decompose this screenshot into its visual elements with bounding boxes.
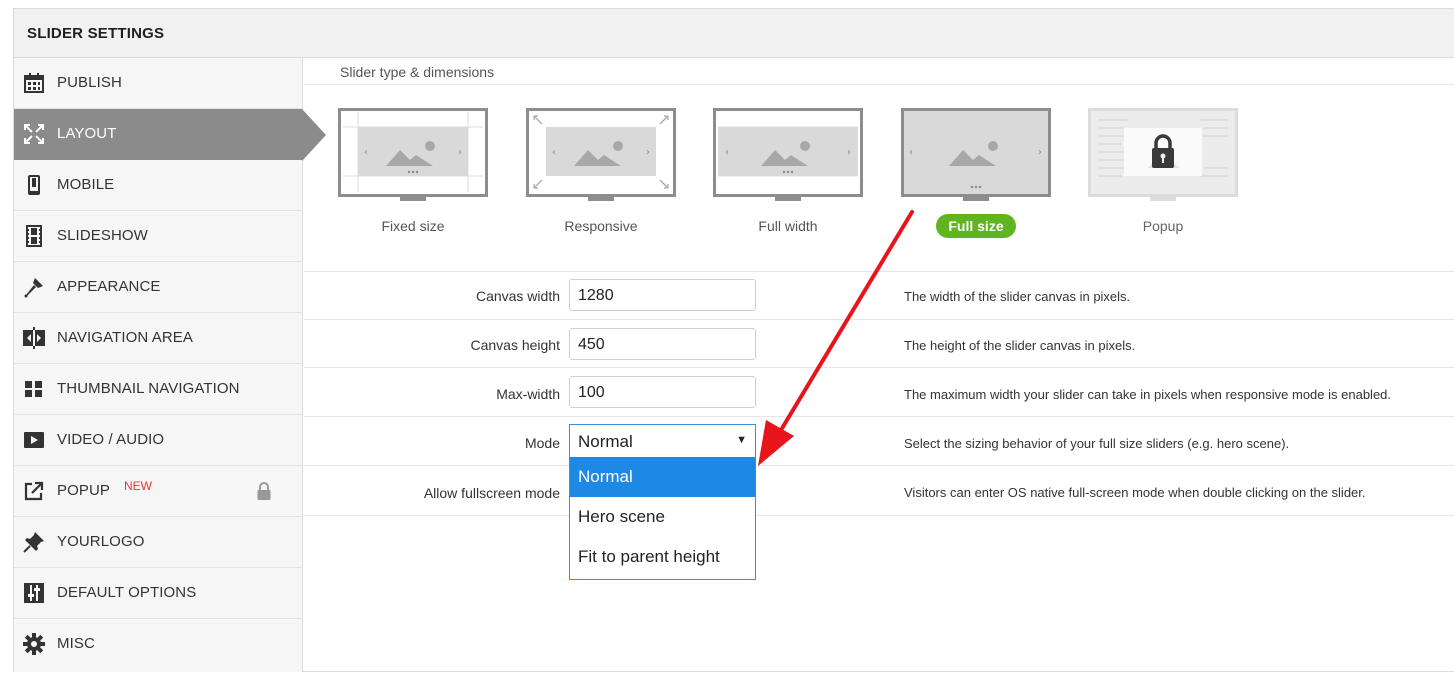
field-label: Mode bbox=[524, 435, 560, 451]
canvas-width-input[interactable]: 1280 bbox=[569, 279, 756, 311]
sidebar-item-label: VIDEO / AUDIO bbox=[57, 431, 165, 448]
external-link-icon bbox=[24, 481, 44, 501]
sidebar-item-mobile[interactable]: MOBILE bbox=[14, 160, 302, 211]
fullscreen-row: Allow fullscreen mode Visitors can enter… bbox=[304, 465, 1454, 515]
svg-text:‹: ‹ bbox=[725, 147, 729, 158]
svg-text:‹: ‹ bbox=[552, 147, 556, 158]
canvas-height-input[interactable]: 450 bbox=[569, 328, 756, 360]
slider-type-label: Fixed size bbox=[381, 218, 445, 234]
sidebar-item-layout[interactable]: LAYOUT bbox=[14, 109, 302, 160]
monitor-fixed-size-icon: ‹ › bbox=[338, 108, 488, 201]
sidebar-item-label: NAVIGATION AREA bbox=[57, 329, 193, 346]
sidebar-item-video-audio[interactable]: VIDEO / AUDIO bbox=[14, 415, 302, 466]
field-label: Canvas height bbox=[470, 337, 560, 353]
mode-dropdown-list: Normal Hero scene Fit to parent height bbox=[569, 457, 756, 580]
sidebar-item-publish[interactable]: PUBLISH bbox=[14, 58, 302, 109]
svg-text:‹: ‹ bbox=[364, 147, 368, 158]
sidebar-item-slideshow[interactable]: SLIDESHOW bbox=[14, 211, 302, 262]
sidebar-item-label: PUBLISH bbox=[57, 74, 122, 91]
field-description: Select the sizing behavior of your full … bbox=[904, 436, 1290, 451]
slider-settings-panel: SLIDER SETTINGS PUBLISH LAYOUT MOBILE SL… bbox=[13, 8, 1454, 672]
monitor-popup-icon bbox=[1088, 108, 1238, 201]
slider-type-fixed-size[interactable]: ‹ › Fixed size bbox=[338, 108, 488, 234]
new-badge: NEW bbox=[124, 479, 152, 493]
caret-down-icon: ▼ bbox=[736, 434, 747, 446]
field-description: Visitors can enter OS native full-screen… bbox=[904, 485, 1366, 500]
sliders-icon bbox=[24, 583, 44, 603]
canvas-width-row: Canvas width 1280 The width of the slide… bbox=[304, 271, 1454, 320]
monitor-responsive-icon: ‹ › bbox=[526, 108, 676, 201]
sidebar-item-label: POPUP bbox=[57, 482, 111, 499]
grid-icon bbox=[25, 381, 42, 397]
divider bbox=[304, 515, 1454, 516]
monitor-full-width-icon: ‹ › bbox=[713, 108, 863, 201]
field-label: Max-width bbox=[496, 386, 560, 402]
sidebar-item-thumbnail-navigation[interactable]: THUMBNAIL NAVIGATION bbox=[14, 364, 302, 415]
mode-select-value: Normal bbox=[578, 432, 633, 451]
lock-icon bbox=[257, 482, 271, 500]
main-content: Slider type & dimensions ‹ › Fixed size bbox=[304, 58, 1454, 672]
brush-icon bbox=[24, 278, 43, 298]
slider-type-full-size[interactable]: ‹ › Full size bbox=[901, 108, 1051, 238]
max-width-row: Max-width 100 The maximum width your sli… bbox=[304, 367, 1454, 416]
calendar-icon bbox=[24, 73, 44, 93]
mode-option-normal[interactable]: Normal bbox=[570, 457, 755, 497]
sidebar-item-label: MOBILE bbox=[57, 176, 115, 193]
mode-select[interactable]: Normal ▼ bbox=[569, 424, 756, 458]
panel-title: SLIDER SETTINGS bbox=[27, 25, 165, 42]
field-description: The height of the slider canvas in pixel… bbox=[904, 338, 1136, 353]
mobile-icon bbox=[28, 175, 40, 195]
sidebar-item-label: APPEARANCE bbox=[57, 278, 161, 295]
arrows-icon bbox=[23, 327, 45, 349]
monitor-full-size-icon: ‹ › bbox=[901, 108, 1051, 201]
sidebar-item-navigation-area[interactable]: NAVIGATION AREA bbox=[14, 313, 302, 364]
sidebar-item-label: LAYOUT bbox=[57, 125, 117, 142]
sidebar-item-default-options[interactable]: DEFAULT OPTIONS bbox=[14, 568, 302, 619]
pin-icon bbox=[23, 532, 44, 553]
field-description: The width of the slider canvas in pixels… bbox=[904, 289, 1131, 304]
sidebar-item-appearance[interactable]: APPEARANCE bbox=[14, 262, 302, 313]
canvas-height-row: Canvas height 450 The height of the slid… bbox=[304, 319, 1454, 368]
mode-option-fit-to-parent-height[interactable]: Fit to parent height bbox=[570, 537, 755, 577]
svg-text:›: › bbox=[847, 147, 851, 158]
slider-type-popup[interactable]: Popup bbox=[1088, 108, 1238, 234]
sidebar-item-label: SLIDESHOW bbox=[57, 227, 148, 244]
expand-icon bbox=[24, 124, 44, 144]
sidebar-item-label: THUMBNAIL NAVIGATION bbox=[57, 380, 240, 397]
sidebar-item-label: MISC bbox=[57, 635, 95, 652]
slider-type-label: Popup bbox=[1142, 218, 1184, 234]
sidebar-item-popup[interactable]: POPUP NEW bbox=[14, 466, 302, 517]
slider-type-label-selected: Full size bbox=[936, 214, 1016, 238]
sidebar-item-yourlogo[interactable]: YOURLOGO bbox=[14, 517, 302, 568]
slider-type-full-width[interactable]: ‹ › Full width bbox=[713, 108, 863, 234]
section-label: Slider type & dimensions bbox=[340, 64, 495, 80]
field-label: Allow fullscreen mode bbox=[423, 485, 560, 501]
play-icon bbox=[24, 432, 44, 448]
mode-row: Mode Normal ▼ Select the sizing behavior… bbox=[304, 416, 1454, 466]
sidebar-item-label: DEFAULT OPTIONS bbox=[57, 584, 197, 601]
field-label: Canvas width bbox=[475, 288, 560, 304]
film-icon bbox=[26, 225, 42, 247]
slider-type-label: Full width bbox=[758, 218, 818, 234]
slider-type-label: Responsive bbox=[564, 218, 638, 234]
sidebar-item-label: YOURLOGO bbox=[57, 533, 145, 550]
svg-text:‹: ‹ bbox=[909, 147, 913, 158]
divider bbox=[304, 84, 1454, 85]
mode-option-hero-scene[interactable]: Hero scene bbox=[570, 497, 755, 537]
gear-icon bbox=[23, 633, 45, 655]
svg-text:›: › bbox=[646, 147, 650, 158]
max-width-input[interactable]: 100 bbox=[569, 376, 756, 408]
slider-type-responsive[interactable]: ‹ › Responsive bbox=[526, 108, 676, 234]
svg-text:›: › bbox=[1038, 147, 1042, 158]
sidebar: PUBLISH LAYOUT MOBILE SLIDESHOW APPEARAN… bbox=[14, 58, 303, 672]
sidebar-item-misc[interactable]: MISC bbox=[14, 619, 302, 670]
panel-header: SLIDER SETTINGS bbox=[14, 9, 1454, 58]
field-description: The maximum width your slider can take i… bbox=[904, 387, 1392, 402]
svg-text:›: › bbox=[458, 147, 462, 158]
